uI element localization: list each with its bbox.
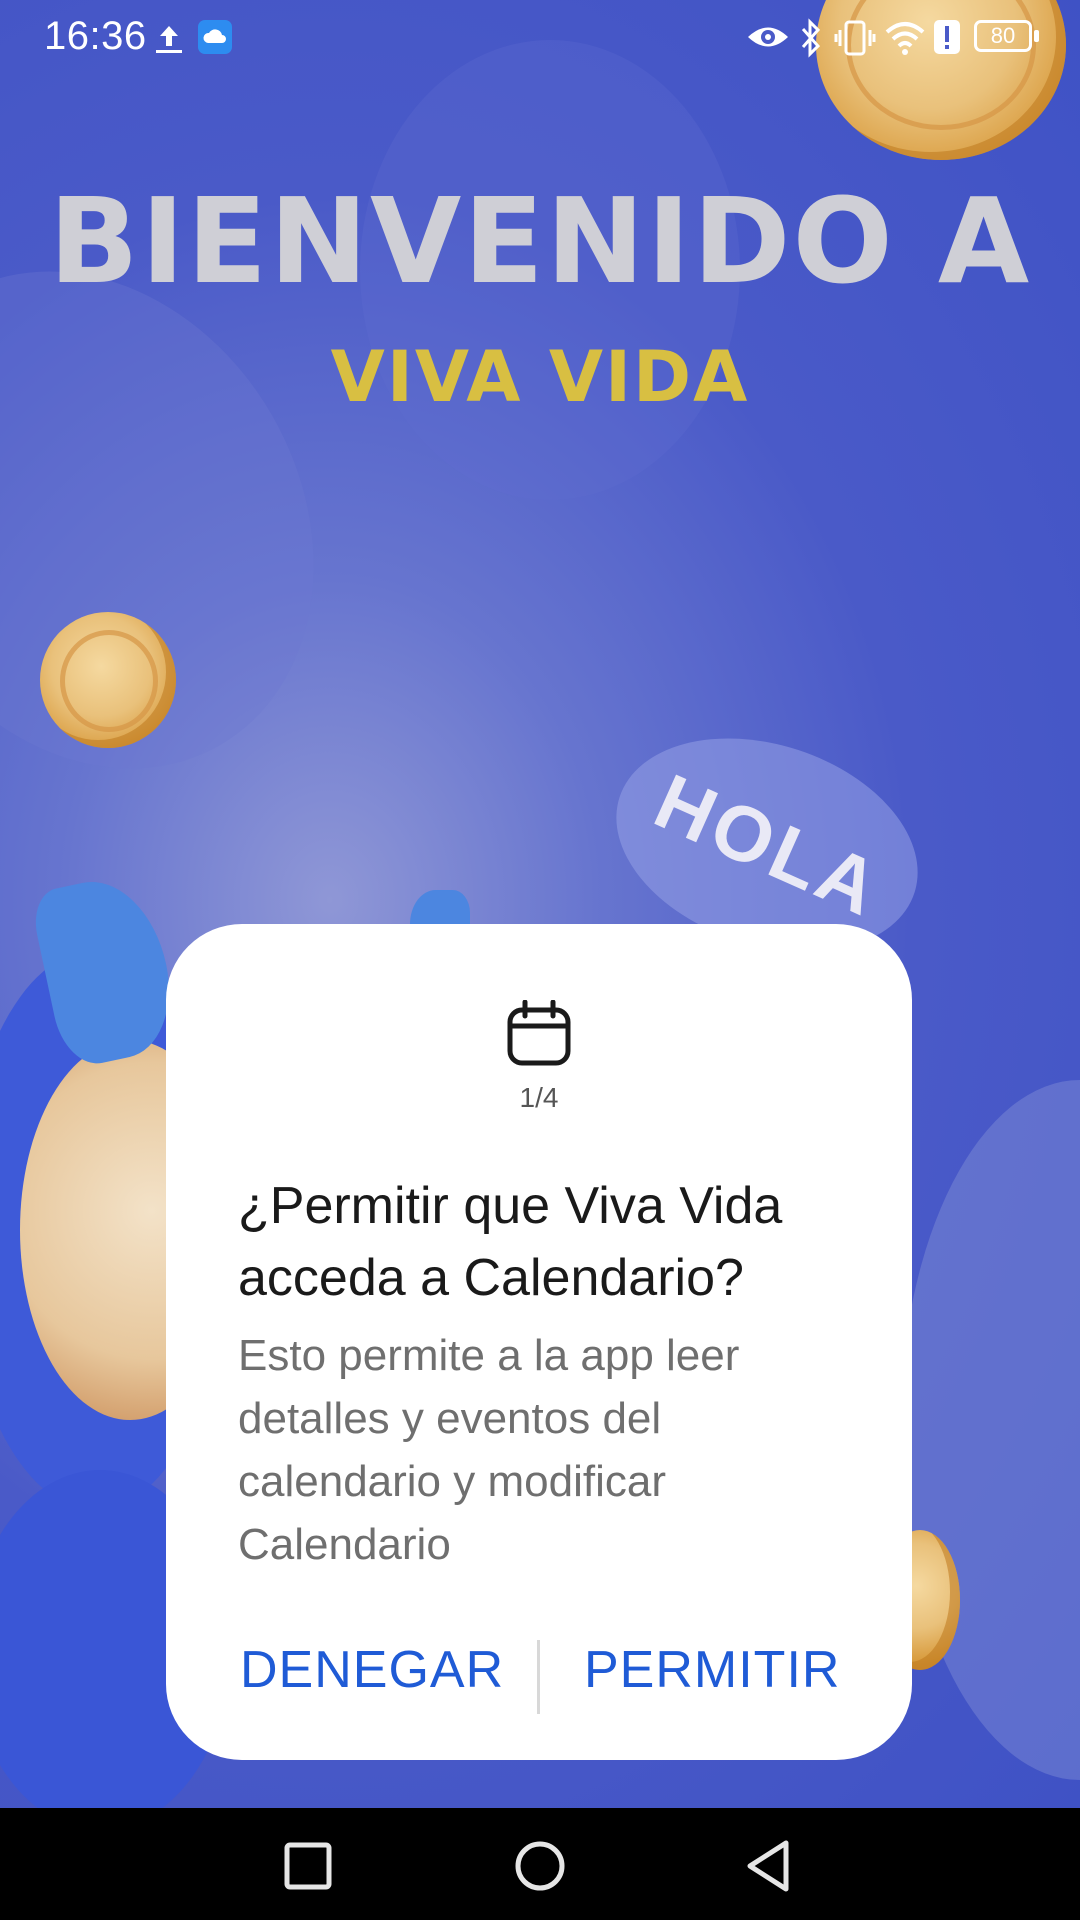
battery-tip bbox=[1034, 30, 1039, 42]
upload-icon bbox=[156, 26, 182, 53]
calendar-icon bbox=[507, 1000, 571, 1066]
wifi-icon bbox=[885, 22, 925, 55]
eye-icon bbox=[748, 27, 788, 47]
dialog-description: Esto permite a la app leer detalles y ev… bbox=[238, 1331, 740, 1569]
button-divider bbox=[537, 1640, 540, 1714]
permission-dialog: 1/4 ¿Permitir que Viva Vida acceda a Cal… bbox=[166, 924, 912, 1760]
cloud-app-icon bbox=[198, 20, 232, 54]
alert-icon bbox=[934, 20, 960, 54]
background-shape bbox=[900, 1080, 1080, 1780]
status-time: 16:36 bbox=[44, 14, 147, 58]
app-name-title: VIVA VIDA bbox=[330, 336, 750, 418]
navigation-bar bbox=[0, 1808, 1080, 1920]
vibrate-icon bbox=[834, 20, 876, 56]
recents-button[interactable] bbox=[280, 1838, 336, 1894]
dialog-title: ¿Permitir que Viva Vida acceda a Calenda… bbox=[238, 1177, 783, 1307]
allow-button[interactable]: PERMITIR bbox=[584, 1640, 840, 1700]
bluetooth-icon bbox=[801, 18, 821, 58]
home-button[interactable] bbox=[512, 1838, 568, 1894]
permission-counter: 1/4 bbox=[519, 1082, 559, 1113]
status-bar: 16:36 80 bbox=[0, 0, 1080, 76]
deny-button[interactable]: DENEGAR bbox=[240, 1640, 504, 1700]
battery-level: 80 bbox=[990, 23, 1016, 48]
welcome-title: BIENVENIDO A bbox=[48, 172, 1032, 310]
coin-decoration bbox=[40, 612, 176, 748]
battery-icon: 80 bbox=[974, 20, 1032, 52]
back-button[interactable] bbox=[742, 1838, 798, 1894]
